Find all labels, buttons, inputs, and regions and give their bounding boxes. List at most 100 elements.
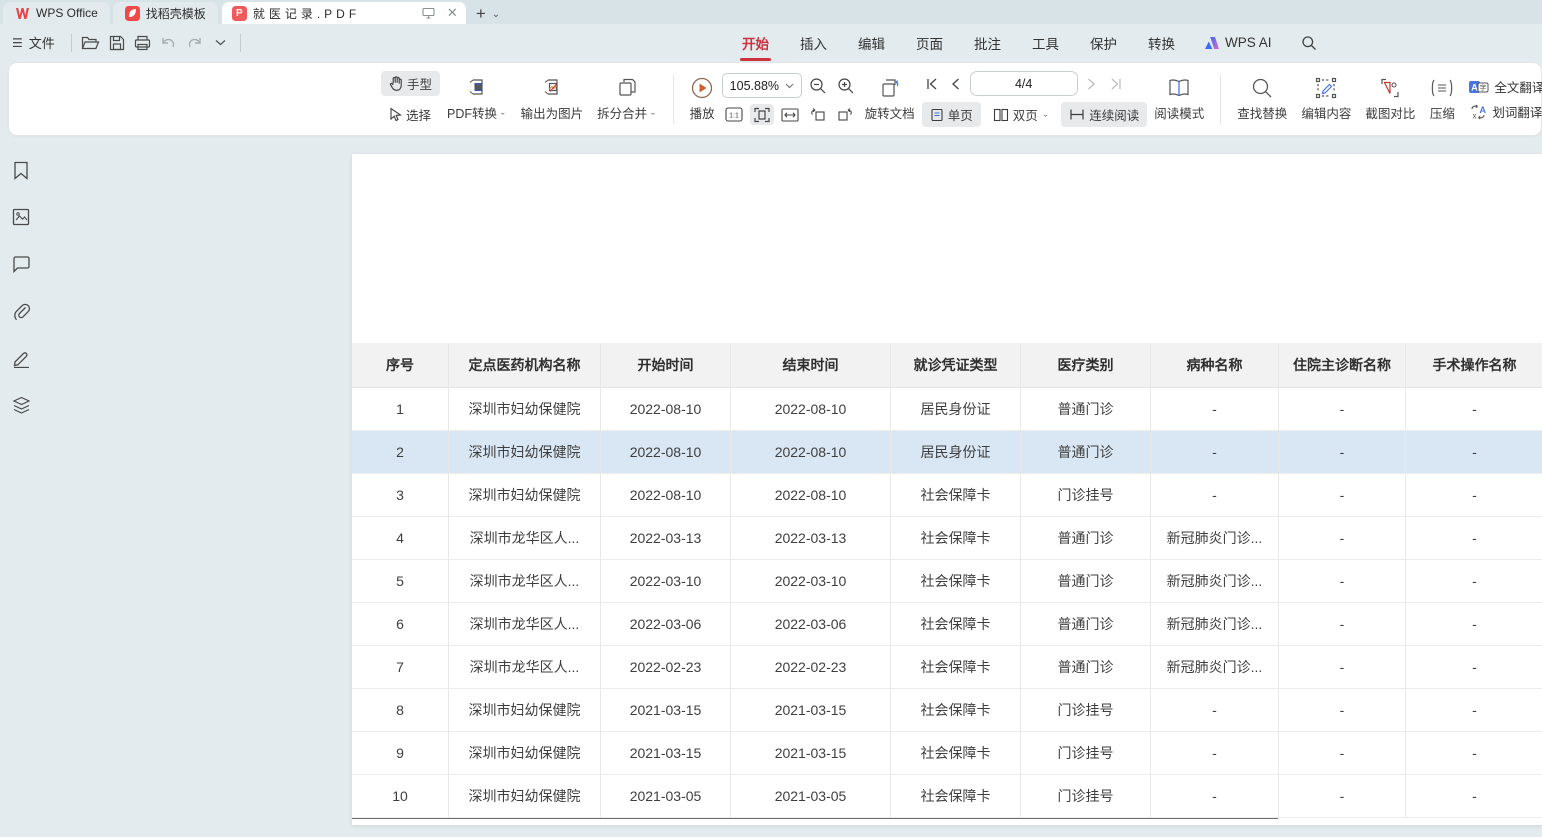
read-mode-button[interactable]: 阅读模式 — [1147, 76, 1211, 122]
previous-page-button[interactable] — [946, 73, 966, 95]
table-cell: - — [1406, 732, 1542, 775]
menu-protect[interactable]: 保护 — [1088, 24, 1119, 62]
pdf-convert-button[interactable]: W PDF转换⌄ — [440, 76, 514, 122]
full-text-translate-button[interactable]: A 字 全文翻译 — [1468, 77, 1542, 96]
attachment-panel-icon[interactable] — [9, 299, 33, 323]
select-tool-button[interactable]: 选择 — [381, 102, 439, 127]
save-button[interactable] — [104, 31, 130, 55]
table-cell: - — [1151, 388, 1279, 431]
table-cell: 居民身份证 — [891, 431, 1021, 474]
divider — [673, 74, 674, 124]
double-page-icon — [993, 108, 1009, 122]
chevron-down-icon: ⌄ — [499, 108, 507, 117]
menu-comment[interactable]: 批注 — [972, 24, 1003, 62]
table-cell: 门诊挂号 — [1021, 474, 1151, 517]
table-cell: 深圳市妇幼保健院 — [449, 474, 601, 517]
menu-edit[interactable]: 编辑 — [856, 24, 887, 62]
zoom-level-select[interactable]: 105.88% — [722, 73, 802, 98]
fit-page-button[interactable] — [750, 104, 774, 125]
new-tab-button[interactable]: + — [476, 5, 486, 22]
pdf-convert-label: PDF转换 — [447, 103, 497, 122]
screenshot-compare-button[interactable]: 截图对比 — [1358, 76, 1422, 122]
docer-icon — [125, 6, 140, 21]
word-translate-button[interactable]: x A 划词翻译 ⌄ — [1468, 102, 1542, 121]
next-page-button — [1082, 73, 1102, 95]
thumbnail-panel-icon[interactable] — [9, 205, 33, 229]
table-cell: 2022-08-10 — [731, 431, 891, 474]
export-image-button[interactable]: 输出为图片 — [514, 76, 591, 122]
table-cell: 新冠肺炎门诊... — [1151, 517, 1279, 560]
rotate-document-button[interactable]: 旋转文档 — [858, 76, 922, 122]
menu-home[interactable]: 开始 — [740, 24, 771, 62]
split-merge-button[interactable]: 拆分合并⌄ — [590, 76, 664, 122]
table-row: 6深圳市龙华区人...2022-03-062022-03-06社会保障卡普通门诊… — [352, 603, 1542, 646]
menu-tools[interactable]: 工具 — [1030, 24, 1061, 62]
file-menu-button[interactable]: ☰ 文件 — [0, 33, 65, 52]
edit-content-button[interactable]: 编辑内容 — [1294, 76, 1358, 122]
tab-wps-office[interactable]: WPS Office — [3, 2, 110, 24]
close-tab-icon[interactable]: ✕ — [447, 5, 458, 21]
tab-document-active[interactable]: P 就医记录.PDF ✕ — [222, 2, 466, 24]
table-cell: 2022-03-10 — [731, 560, 891, 603]
column-header: 手术操作名称 — [1406, 343, 1542, 388]
compress-button[interactable]: 压缩 — [1422, 76, 1462, 122]
actual-size-button[interactable]: 1:1 — [722, 104, 746, 125]
table-cell: 普通门诊 — [1021, 517, 1151, 560]
ribbon-toolbar: 手型 选择 W PDF转换⌄ 输出为图片 拆分合并⌄ — [8, 62, 1542, 136]
menu-search-icon[interactable] — [1301, 35, 1317, 51]
signature-panel-icon[interactable] — [9, 346, 33, 370]
fit-width-button[interactable] — [778, 104, 802, 125]
pdf-file-icon: P — [232, 6, 247, 21]
full-translate-label: 全文翻译 — [1494, 77, 1542, 96]
bookmark-panel-icon[interactable] — [9, 158, 33, 182]
single-page-icon — [930, 108, 944, 122]
rotate-right-button[interactable] — [834, 104, 858, 125]
zoom-out-button[interactable] — [806, 75, 830, 96]
table-cell: 2 — [352, 431, 449, 474]
layers-panel-icon[interactable] — [9, 393, 33, 417]
tab-list-chevron-icon[interactable]: ⌄ — [492, 9, 500, 20]
divider — [240, 34, 241, 52]
menu-insert[interactable]: 插入 — [798, 24, 829, 62]
table-cell: 8 — [352, 689, 449, 732]
wps-logo-icon — [15, 7, 30, 20]
open-file-button[interactable] — [78, 31, 104, 55]
comment-panel-icon[interactable] — [9, 252, 33, 276]
menu-page[interactable]: 页面 — [914, 24, 945, 62]
table-row: 10深圳市妇幼保健院2021-03-052021-03-05社会保障卡门诊挂号-… — [352, 775, 1542, 818]
page-indicator-input[interactable]: 4/4 — [970, 71, 1078, 96]
continuous-reading-button[interactable]: 连续阅读 — [1061, 102, 1147, 127]
table-cell: 新冠肺炎门诊... — [1151, 603, 1279, 646]
table-cell: - — [1279, 388, 1406, 431]
divider — [1220, 74, 1221, 124]
print-button[interactable] — [130, 31, 156, 55]
split-merge-label: 拆分合并 — [597, 103, 647, 122]
table-row: 1深圳市妇幼保健院2022-08-102022-08-10居民身份证普通门诊--… — [352, 388, 1542, 431]
table-cell: 2022-03-10 — [601, 560, 731, 603]
svg-text:字: 字 — [1480, 83, 1487, 92]
double-page-mode-button[interactable]: 双页 ⌄ — [985, 102, 1058, 127]
table-cell: 深圳市妇幼保健院 — [449, 689, 601, 732]
present-screen-icon[interactable] — [422, 7, 435, 19]
zoom-in-button[interactable] — [834, 75, 858, 96]
play-button[interactable]: 播放 — [683, 76, 722, 122]
tab-docer[interactable]: 找稻壳模板 — [113, 2, 218, 24]
read-mode-label: 阅读模式 — [1154, 103, 1204, 122]
rotate-left-button[interactable] — [806, 104, 830, 125]
table-cell: - — [1279, 603, 1406, 646]
table-cell: 2022-08-10 — [601, 431, 731, 474]
menu-convert[interactable]: 转换 — [1146, 24, 1177, 62]
hand-tool-button[interactable]: 手型 — [381, 71, 440, 96]
wps-ai-button[interactable]: WPS AI — [1204, 35, 1272, 50]
table-cell: 2022-03-13 — [731, 517, 891, 560]
find-replace-button[interactable]: 查找替换 — [1230, 76, 1294, 122]
svg-text:A: A — [1472, 82, 1479, 92]
quick-access-chevron-icon[interactable] — [208, 31, 234, 55]
first-page-button[interactable] — [922, 73, 942, 95]
table-cell: 社会保障卡 — [891, 775, 1021, 818]
table-cell: 4 — [352, 517, 449, 560]
single-page-mode-button[interactable]: 单页 — [922, 102, 981, 127]
export-image-label: 输出为图片 — [521, 103, 584, 122]
table-cell: - — [1279, 474, 1406, 517]
wps-ai-label: WPS AI — [1225, 35, 1272, 50]
